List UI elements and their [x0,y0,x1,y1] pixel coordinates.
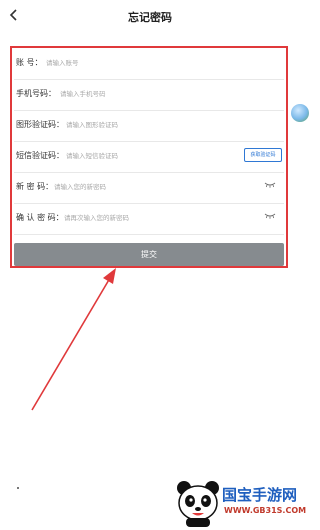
watermark-url: WWW.GB31S.COM [224,506,307,515]
top-bar: 忘记密码 [0,0,300,32]
account-row: 账 号： [14,48,284,80]
dot-mark [17,487,19,489]
watermark-logo: 国宝手游网 WWW.GB31S.COM [172,476,306,530]
sms-code-input[interactable] [66,148,186,164]
image-code-label: 图形验证码： [16,120,64,129]
get-code-button[interactable]: 获取验证码 [244,148,282,162]
image-code-row: 图形验证码： [14,110,284,142]
phone-label: 手机号码： [16,89,56,98]
floating-assistant-icon[interactable] [291,104,309,122]
account-input[interactable] [46,55,196,71]
phone-row: 手机号码： [14,79,284,111]
sms-code-label: 短信验证码： [16,151,64,160]
image-code-input[interactable] [66,117,216,133]
confirm-password-label: 确 认 密 码： [16,213,64,222]
watermark-brand: 国宝手游网 [222,486,298,504]
eye-closed-icon[interactable] [264,213,276,219]
confirm-password-input[interactable] [64,210,214,226]
new-password-input[interactable] [54,179,204,195]
eye-closed-icon[interactable] [264,182,276,188]
submit-button[interactable]: 提交 [14,243,284,266]
confirm-password-row: 确 认 密 码： [14,203,284,235]
panda-icon [177,481,219,527]
sms-code-row: 短信验证码： 获取验证码 [14,141,284,173]
account-label: 账 号： [16,58,43,67]
new-password-label: 新 密 码： [16,182,54,191]
forgot-password-form: 账 号： 手机号码： 图形验证码： 短信验证码： 获取验证码 新 密 码： 确 … [10,46,288,268]
new-password-row: 新 密 码： [14,172,284,204]
page-title: 忘记密码 [128,11,172,24]
phone-input[interactable] [60,86,210,102]
